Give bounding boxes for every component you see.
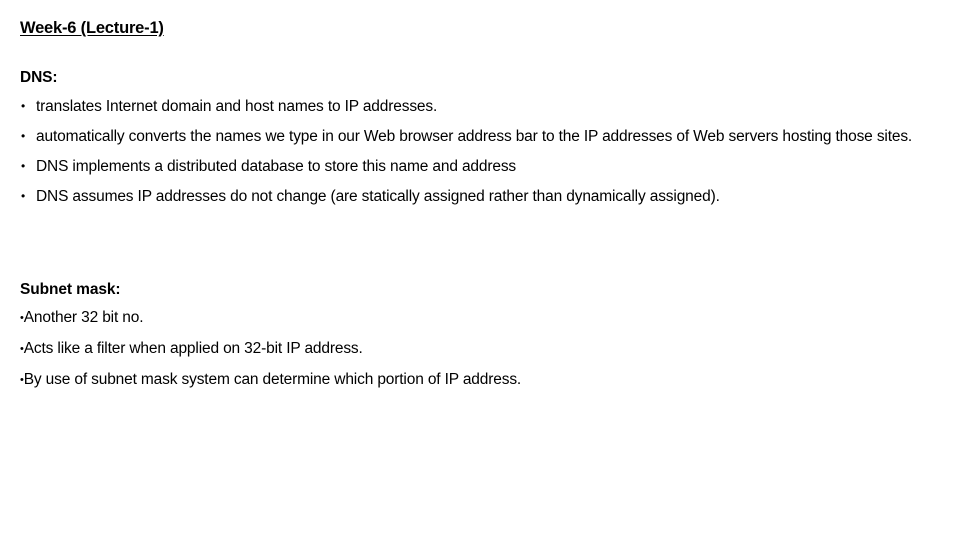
- list-item: • DNS assumes IP addresses do not change…: [20, 186, 950, 207]
- bullet-icon: •: [21, 129, 26, 143]
- subnet-bullet-list: •Another 32 bit no. •Acts like a filter …: [20, 308, 950, 390]
- list-item: • translates Internet domain and host na…: [20, 96, 950, 117]
- section-subnet-mask: Subnet mask: •Another 32 bit no. •Acts l…: [20, 280, 950, 390]
- bullet-icon: •: [21, 189, 26, 203]
- list-item-text: DNS assumes IP addresses do not change (…: [36, 188, 720, 205]
- list-item: • automatically converts the names we ty…: [20, 126, 950, 147]
- dns-bullet-list: • translates Internet domain and host na…: [20, 96, 950, 207]
- list-item: • DNS implements a distributed database …: [20, 156, 950, 177]
- list-item-text: By use of subnet mask system can determi…: [23, 371, 522, 388]
- section-dns: DNS: • translates Internet domain and ho…: [20, 68, 950, 207]
- list-item-text: automatically converts the names we type…: [36, 128, 913, 145]
- bullet-icon: •: [21, 99, 26, 113]
- list-item-text: translates Internet domain and host name…: [36, 98, 438, 115]
- list-item: •By use of subnet mask system can determ…: [20, 370, 950, 390]
- section-heading-dns: DNS:: [20, 69, 58, 86]
- list-item: •Another 32 bit no.: [20, 308, 950, 328]
- list-item-text: Acts like a filter when applied on 32-bi…: [23, 340, 363, 357]
- bullet-icon: •: [21, 159, 26, 173]
- slide-canvas: Week-6 (Lecture-1) DNS: • translates Int…: [0, 0, 960, 540]
- page-title: Week-6 (Lecture-1): [20, 19, 164, 37]
- list-item: •Acts like a filter when applied on 32-b…: [20, 339, 950, 359]
- list-item-text: DNS implements a distributed database to…: [36, 158, 517, 175]
- list-item-text: Another 32 bit no.: [23, 309, 144, 326]
- section-heading-subnet-mask: Subnet mask:: [20, 281, 121, 298]
